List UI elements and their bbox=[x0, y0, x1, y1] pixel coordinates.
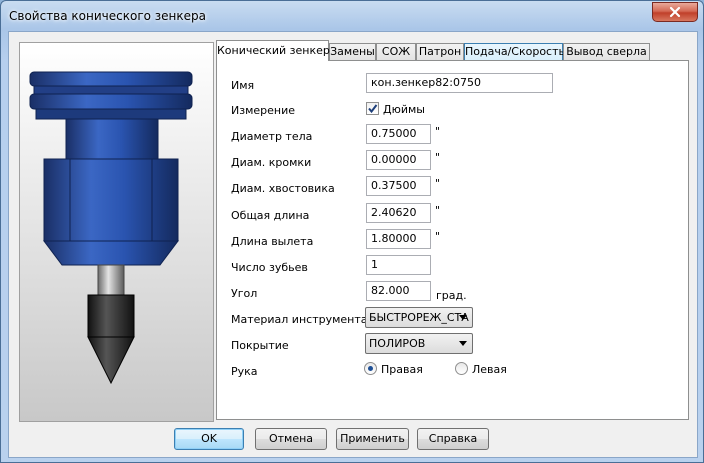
tab-countersink[interactable]: Конический зенкер bbox=[216, 40, 330, 61]
hand-left-label: Левая bbox=[472, 363, 507, 376]
checkmark-icon bbox=[368, 104, 378, 114]
chevron-down-icon bbox=[459, 315, 467, 320]
hand-left-radio[interactable] bbox=[455, 362, 468, 375]
stickout-length-unit: " bbox=[435, 230, 441, 243]
coating-select-value: ПОЛИРОВ bbox=[369, 337, 426, 350]
tab-panel-countersink: Имя кон.зенкер82:0750 Измерение Дюймы Ди… bbox=[216, 60, 689, 420]
title-bar[interactable]: Свойства конического зенкера bbox=[1, 1, 703, 31]
close-button[interactable] bbox=[652, 2, 698, 22]
body-diameter-field[interactable]: 0.75000 bbox=[366, 124, 431, 144]
total-length-label: Общая длина bbox=[231, 209, 310, 222]
tab-substitutes[interactable]: Замены bbox=[329, 43, 376, 60]
total-length-field[interactable]: 2.40620 bbox=[366, 203, 431, 223]
apply-button[interactable]: Применить bbox=[336, 428, 409, 450]
angle-label: Угол bbox=[231, 287, 258, 300]
tab-drill-retract[interactable]: Вывод сверла bbox=[563, 43, 650, 60]
countersink-tool-image bbox=[20, 43, 213, 421]
window-title: Свойства конического зенкера bbox=[9, 9, 206, 23]
coating-select[interactable]: ПОЛИРОВ bbox=[365, 333, 473, 354]
ok-button[interactable]: OK bbox=[174, 428, 244, 450]
shank-diameter-label: Диам. хвостовика bbox=[231, 182, 335, 195]
hand-right-radio[interactable] bbox=[364, 362, 377, 375]
hand-label: Рука bbox=[231, 365, 258, 378]
measure-label: Измерение bbox=[231, 104, 296, 117]
teeth-count-field[interactable]: 1 bbox=[366, 255, 431, 275]
angle-unit: град. bbox=[436, 289, 467, 302]
body-diameter-label: Диаметр тела bbox=[231, 130, 313, 143]
stickout-length-field[interactable]: 1.80000 bbox=[366, 229, 431, 249]
edge-diameter-label: Диам. кромки bbox=[231, 156, 312, 169]
shank-diameter-field[interactable]: 0.37500 bbox=[366, 176, 431, 196]
tab-holder[interactable]: Патрон bbox=[416, 43, 464, 60]
help-button[interactable]: Справка bbox=[417, 428, 489, 450]
material-select[interactable]: БЫСТРОРЕЖ_СТА bbox=[365, 307, 473, 328]
cancel-button[interactable]: Отмена bbox=[255, 428, 327, 450]
inches-checkbox-label: Дюймы bbox=[383, 103, 425, 116]
tab-bar: Конический зенкер Замены СОЖ Патрон Пода… bbox=[216, 40, 696, 61]
material-label: Материал инструмента bbox=[231, 313, 368, 326]
material-select-value: БЫСТРОРЕЖ_СТА bbox=[369, 311, 469, 324]
name-label: Имя bbox=[231, 79, 255, 92]
inches-checkbox[interactable] bbox=[366, 102, 379, 115]
dialog-window: Свойства конического зенкера Конический … bbox=[0, 0, 704, 463]
teeth-count-label: Число зубьев bbox=[231, 261, 308, 274]
tab-coolant[interactable]: СОЖ bbox=[376, 43, 416, 60]
edge-diameter-field[interactable]: 0.00000 bbox=[366, 150, 431, 170]
hand-right-label: Правая bbox=[381, 363, 423, 376]
tab-feed-speed[interactable]: Подача/Скорость bbox=[464, 43, 565, 60]
shank-diameter-unit: " bbox=[435, 177, 441, 190]
tool-preview bbox=[19, 42, 214, 422]
chevron-down-icon bbox=[459, 341, 467, 346]
angle-field[interactable]: 82.000 bbox=[366, 281, 431, 301]
dialog-client-area: Конический зенкер Замены СОЖ Патрон Пода… bbox=[8, 31, 698, 458]
close-icon bbox=[669, 6, 681, 18]
total-length-unit: " bbox=[435, 204, 441, 217]
body-diameter-unit: " bbox=[435, 125, 441, 138]
coating-label: Покрытие bbox=[231, 339, 289, 352]
edge-diameter-unit: " bbox=[435, 151, 441, 164]
name-field[interactable]: кон.зенкер82:0750 bbox=[366, 73, 553, 93]
stickout-length-label: Длина вылета bbox=[231, 235, 314, 248]
